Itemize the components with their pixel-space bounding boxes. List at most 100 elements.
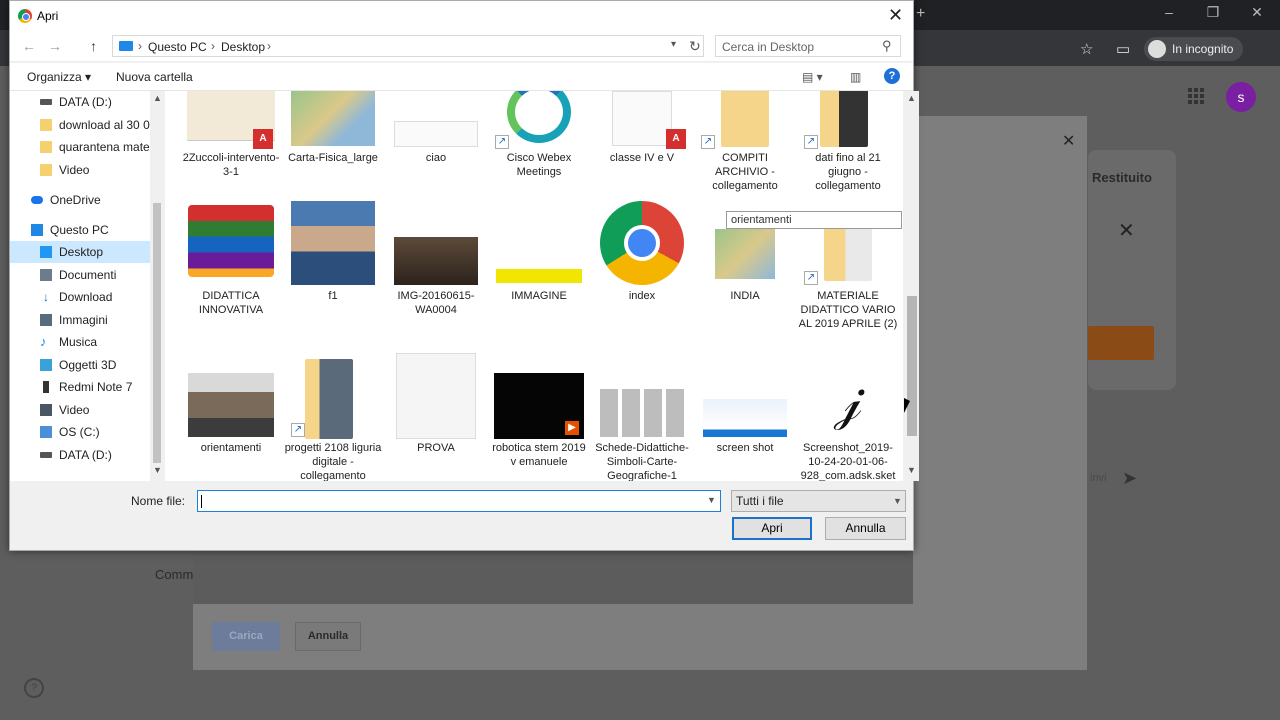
file-item[interactable]: Schede-Didattiche-Simboli-Carte-Geografi…: [592, 353, 692, 481]
chevron-down-icon[interactable]: ▼: [707, 495, 716, 505]
file-label: DIDATTICA INNOVATIVA: [198, 290, 264, 316]
send-icon[interactable]: ➤: [1122, 468, 1137, 489]
forward-arrow-icon[interactable]: →: [48, 38, 62, 54]
file-item[interactable]: A classe IV e V: [592, 91, 692, 191]
remove-attachment-icon[interactable]: ✕: [1118, 218, 1135, 243]
file-item[interactable]: ↗ dati fino al 21 giugno - collegamento: [798, 91, 898, 192]
file-item[interactable]: PROVA: [386, 353, 486, 473]
nav-item-data-d[interactable]: DATA (D:): [10, 91, 155, 113]
file-item[interactable]: screen shot: [695, 353, 795, 473]
nav-item-redmi[interactable]: Redmi Note 7: [10, 376, 155, 398]
filename-input[interactable]: [201, 493, 701, 509]
nav-item-quarantena[interactable]: quarantena mate: [10, 136, 155, 158]
file-item[interactable]: DIDATTICA INNOVATIVA: [181, 203, 281, 333]
orange-action-button[interactable]: [1088, 326, 1154, 360]
view-options-icon[interactable]: ▤ ▾: [802, 70, 823, 84]
new-folder-button[interactable]: Nuova cartella: [116, 70, 193, 84]
nav-item-download-folder[interactable]: download al 30 0: [10, 114, 155, 136]
file-item[interactable]: IMMAGINE: [489, 203, 589, 333]
nav-item-documenti[interactable]: Documenti: [10, 264, 155, 286]
scroll-up-icon[interactable]: ▲: [907, 93, 916, 103]
refresh-icon[interactable]: ↻: [689, 38, 701, 55]
scroll-up-icon[interactable]: ▲: [153, 93, 162, 103]
apps-grid-icon[interactable]: [1188, 88, 1204, 104]
video-icon: [40, 404, 52, 416]
bookmark-star-icon[interactable]: ☆: [1080, 40, 1093, 58]
nav-item-video-folder[interactable]: Video: [10, 159, 155, 181]
carica-button[interactable]: Carica: [212, 622, 280, 651]
new-tab-icon[interactable]: +: [916, 5, 925, 23]
modal-annulla-button[interactable]: Annulla: [295, 622, 361, 651]
pc-icon: [31, 224, 43, 236]
file-item[interactable]: IMG-20160615-WA0004: [386, 203, 486, 333]
cancel-button[interactable]: Annulla: [825, 517, 906, 540]
help-circle-icon[interactable]: ?: [24, 678, 44, 698]
search-input[interactable]: [722, 39, 872, 54]
file-label: Screenshot_2019-10-24-20-01-06-928_com.a…: [800, 442, 896, 481]
file-label: index: [628, 290, 656, 302]
maximize-icon[interactable]: ❐: [1198, 4, 1228, 21]
avatar[interactable]: s: [1226, 82, 1256, 112]
file-item[interactable]: A 2Zuccoli-intervento-3-1: [181, 91, 281, 191]
chevron-right-icon: ›: [267, 39, 271, 53]
dialog-close-icon[interactable]: ✕: [888, 5, 903, 26]
nav-scrollbar[interactable]: ▲ ▼: [150, 91, 164, 481]
file-item[interactable]: ↗ progetti 2108 liguria digitale - colle…: [283, 353, 383, 481]
address-bar[interactable]: › Questo PC › Desktop › ▾ ↻: [112, 35, 704, 57]
window-close-icon[interactable]: ✕: [1242, 4, 1272, 21]
file-item[interactable]: Carta-Fisica_large: [283, 91, 383, 191]
nav-item-onedrive[interactable]: OneDrive: [10, 189, 155, 211]
file-item[interactable]: index: [592, 201, 692, 333]
nav-item-label: Musica: [59, 335, 98, 349]
help-icon[interactable]: ?: [884, 68, 900, 84]
filetype-select[interactable]: Tutti i file ▼: [731, 490, 906, 512]
address-dropdown-icon[interactable]: ▾: [671, 39, 676, 50]
nav-item-desktop[interactable]: Desktop: [10, 241, 155, 263]
file-list: A 2Zuccoli-intervento-3-1 Carta-Fisica_l…: [165, 91, 903, 481]
nav-item-video[interactable]: Video: [10, 399, 155, 421]
nav-item-oggetti-3d[interactable]: Oggetti 3D: [10, 354, 155, 376]
search-icon[interactable]: ⚲: [882, 38, 892, 54]
navigation-pane: DATA (D:) download al 30 0 quarantena ma…: [10, 91, 155, 481]
nav-item-questo-pc[interactable]: Questo PC: [10, 219, 155, 241]
breadcrumb-questo-pc[interactable]: Questo PC: [148, 40, 207, 54]
file-label: IMMAGINE: [511, 290, 567, 302]
nav-item-download[interactable]: ↓ Download: [10, 286, 155, 308]
nav-item-label: DATA (D:): [59, 95, 112, 109]
back-arrow-icon[interactable]: ←: [22, 38, 36, 54]
file-list-scrollbar[interactable]: ▲ ▼: [903, 91, 919, 481]
scroll-down-icon[interactable]: ▼: [153, 465, 162, 475]
nav-item-data-d-2[interactable]: DATA (D:): [10, 444, 155, 466]
file-item[interactable]: ↗ Cisco Webex Meetings: [489, 91, 589, 191]
incognito-badge[interactable]: In incognito: [1144, 37, 1244, 61]
nav-item-musica[interactable]: ♪ Musica: [10, 331, 155, 353]
comment-placeholder: invi: [1090, 472, 1107, 484]
filename-field[interactable]: ▼: [197, 490, 721, 512]
file-item[interactable]: 𝒿 Screenshot_2019-10-24-20-01-06-928_com…: [798, 353, 898, 481]
cast-icon[interactable]: ▭: [1116, 40, 1130, 58]
file-item[interactable]: f1: [283, 201, 383, 333]
filetype-value: Tutti i file: [736, 494, 784, 508]
minimize-icon[interactable]: –: [1154, 4, 1184, 20]
organize-menu[interactable]: Organizza ▾: [27, 70, 91, 84]
file-label: COMPITI ARCHIVIO - collegamento: [712, 152, 778, 192]
incognito-label: In incognito: [1172, 42, 1234, 56]
file-item[interactable]: orientamenti: [181, 353, 281, 473]
nav-item-immagini[interactable]: Immagini: [10, 309, 155, 331]
scroll-down-icon[interactable]: ▼: [907, 465, 916, 475]
up-arrow-icon[interactable]: ↑: [90, 38, 97, 54]
search-box[interactable]: ⚲: [715, 35, 901, 57]
dialog-title: Apri: [37, 9, 59, 23]
nav-item-os-c[interactable]: OS (C:): [10, 421, 155, 443]
shortcut-arrow-icon: ↗: [495, 135, 509, 149]
nav-scroll-thumb[interactable]: [153, 203, 161, 463]
scroll-thumb[interactable]: [907, 296, 917, 436]
file-item[interactable]: ciao: [386, 91, 486, 191]
open-button[interactable]: Apri: [732, 517, 812, 540]
preview-pane-icon[interactable]: ▥: [850, 70, 861, 84]
breadcrumb-desktop[interactable]: Desktop: [221, 40, 265, 54]
file-item[interactable]: ↗ COMPITI ARCHIVIO - collegamento: [695, 91, 795, 192]
modal-close-icon[interactable]: ✕: [1062, 131, 1075, 151]
file-item[interactable]: ▶ robotica stem 2019 v emanuele: [489, 353, 589, 473]
folder-icon: [40, 164, 52, 176]
